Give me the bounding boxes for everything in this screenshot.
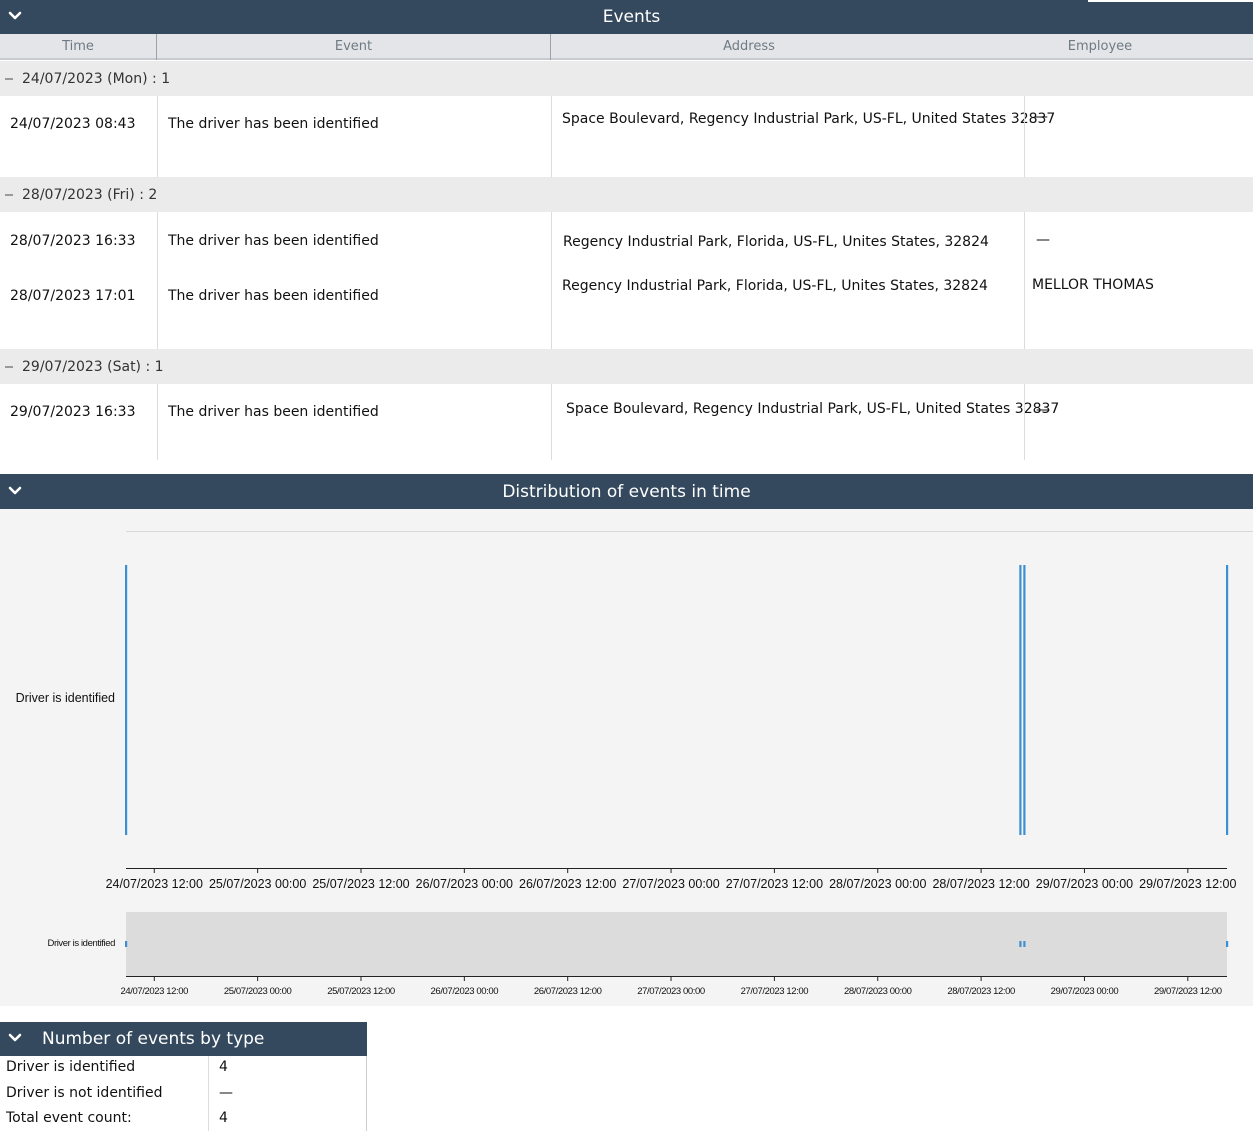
- event-bar: [1023, 565, 1026, 835]
- x-tick-label: 28/07/2023 00:00: [829, 877, 926, 891]
- event-bar: [1226, 565, 1229, 835]
- count-row: Total event count: 4: [0, 1107, 366, 1133]
- x-tick-label: 27/07/2023 12:00: [726, 877, 823, 891]
- x-tick-label: 25/07/2023 12:00: [312, 877, 409, 891]
- counts-panel-header: Number of events by type: [0, 1022, 367, 1056]
- overview-event-mark: [1023, 941, 1026, 947]
- column-divider: [1024, 96, 1025, 177]
- x-tick-label: 29/07/2023 00:00: [1036, 877, 1133, 891]
- column-divider: [1024, 384, 1025, 460]
- event-bar: [125, 565, 128, 835]
- group-row-day[interactable]: 29/07/2023 (Sat) : 1: [0, 349, 1253, 384]
- group-label: 24/07/2023 (Mon) : 1: [22, 70, 171, 87]
- distribution-panel-title: Distribution of events in time: [502, 481, 751, 502]
- overview-event-mark: [125, 941, 128, 947]
- x-tick-label: 26/07/2023 00:00: [416, 877, 513, 891]
- overview-event-mark: [1019, 941, 1022, 947]
- column-divider: [157, 212, 158, 349]
- distribution-panel-header: Distribution of events in time: [0, 474, 1253, 509]
- count-value: 4: [219, 1059, 228, 1075]
- cell-time: 28/07/2023 16:33: [10, 233, 136, 249]
- count-label: Driver is not identified: [6, 1084, 163, 1101]
- column-header-employee[interactable]: Employee: [947, 34, 1253, 60]
- cell-event: The driver has been identified: [168, 233, 379, 249]
- x-tick-label: 29/07/2023 12:00: [1139, 877, 1236, 891]
- cell-time: 28/07/2023 17:01: [10, 288, 136, 304]
- count-row: Driver is identified 4: [0, 1056, 366, 1082]
- distribution-chart-area: Driver is identified 24/07/2023 12:00 25/0…: [0, 509, 1253, 1006]
- count-label: Total event count:: [6, 1110, 132, 1126]
- cell-address: Space Boulevard, Regency Industrial Park…: [566, 401, 1060, 417]
- x-tick-label: 28/07/2023 12:00: [932, 877, 1029, 891]
- cell-employee: —: [1036, 232, 1050, 248]
- column-divider: [551, 212, 552, 349]
- cell-address: Regency Industrial Park, Florida, US-FL,…: [563, 234, 989, 250]
- column-header-time-label: Time: [62, 38, 94, 54]
- column-divider: [1024, 212, 1025, 349]
- cell-time: 29/07/2023 16:33: [10, 404, 136, 420]
- column-header-event[interactable]: Event: [157, 34, 550, 60]
- x-tick-label: 25/07/2023 00:00: [209, 877, 306, 891]
- cell-time: 24/07/2023 08:43: [10, 116, 136, 132]
- cell-event: The driver has been identified: [168, 404, 379, 420]
- cell-address: Space Boulevard, Regency Industrial Park…: [562, 111, 1056, 127]
- cell-event: The driver has been identified: [168, 116, 379, 132]
- cell-event: The driver has been identified: [168, 288, 379, 304]
- overview-event-mark: [1226, 941, 1229, 947]
- column-divider: [157, 384, 158, 460]
- event-bar: [1019, 565, 1022, 835]
- collapse-group-minus-icon[interactable]: [5, 365, 13, 368]
- column-divider: [157, 96, 158, 177]
- overview-tick-label: 24/07/2023 12:00: [120, 986, 188, 997]
- count-value: 4: [219, 1110, 228, 1126]
- events-panel-title: Events: [602, 7, 661, 27]
- overview-category-label: Driver is identified: [48, 938, 116, 949]
- y-category-label: Driver is identified: [16, 691, 115, 705]
- column-header-employee-label: Employee: [1067, 38, 1133, 54]
- group-row-day[interactable]: 28/07/2023 (Fri) : 2: [0, 177, 1253, 212]
- overview-tick-label: 28/07/2023 12:00: [947, 986, 1015, 997]
- counts-panel-title: Number of events by type: [42, 1029, 265, 1049]
- count-row: Driver is not identified —: [0, 1082, 366, 1108]
- overview-tick-label: 27/07/2023 12:00: [741, 986, 809, 997]
- group-label: 29/07/2023 (Sat) : 1: [22, 358, 164, 375]
- overview-tick-label: 28/07/2023 00:00: [844, 986, 912, 997]
- x-tick-label: 26/07/2023 12:00: [519, 877, 616, 891]
- overview-tick-label: 27/07/2023 00:00: [637, 986, 705, 997]
- column-divider: [551, 96, 552, 177]
- cell-address: Regency Industrial Park, Florida, US-FL,…: [562, 278, 988, 294]
- group-label: 28/07/2023 (Fri) : 2: [22, 186, 158, 203]
- count-label: Driver is identified: [6, 1059, 136, 1075]
- column-header-address-label: Address: [723, 38, 775, 54]
- column-header-address[interactable]: Address: [551, 34, 947, 60]
- collapse-distribution-chevron-icon[interactable]: [7, 483, 23, 499]
- count-value: —: [219, 1084, 233, 1101]
- collapse-group-minus-icon[interactable]: [5, 193, 13, 196]
- column-divider: [551, 384, 552, 460]
- collapse-events-chevron-icon[interactable]: [7, 8, 23, 24]
- header-notch: [1088, 0, 1253, 2]
- x-tick-label: 24/07/2023 12:00: [106, 877, 203, 891]
- events-panel-header: Events: [0, 0, 1253, 34]
- overview-tick-label: 26/07/2023 00:00: [431, 986, 499, 997]
- cell-employee: MELLOR THOMAS: [1032, 277, 1154, 293]
- collapse-group-minus-icon[interactable]: [5, 77, 13, 80]
- cell-employee: —: [1034, 109, 1048, 125]
- counts-table: Driver is identified 4 Driver is not ide…: [0, 1056, 367, 1131]
- overview-tick-label: 26/07/2023 12:00: [534, 986, 602, 997]
- overview-tick-label: 29/07/2023 00:00: [1051, 986, 1119, 997]
- x-tick-label: 27/07/2023 00:00: [622, 877, 719, 891]
- overview-tick-label: 25/07/2023 00:00: [224, 986, 292, 997]
- overview-tick-label: 25/07/2023 12:00: [327, 986, 395, 997]
- column-header-event-label: Event: [334, 38, 373, 54]
- overview-navigator: [126, 912, 1227, 976]
- cell-employee: —: [1036, 402, 1050, 418]
- collapse-counts-chevron-icon[interactable]: [7, 1030, 23, 1046]
- distribution-chart[interactable]: Driver is identified 24/07/2023 12:00 25/0…: [0, 509, 1253, 1006]
- overview-tick-label: 29/07/2023 12:00: [1154, 986, 1222, 997]
- group-row-day[interactable]: 24/07/2023 (Mon) : 1: [0, 61, 1253, 96]
- column-header-time[interactable]: Time: [0, 34, 156, 60]
